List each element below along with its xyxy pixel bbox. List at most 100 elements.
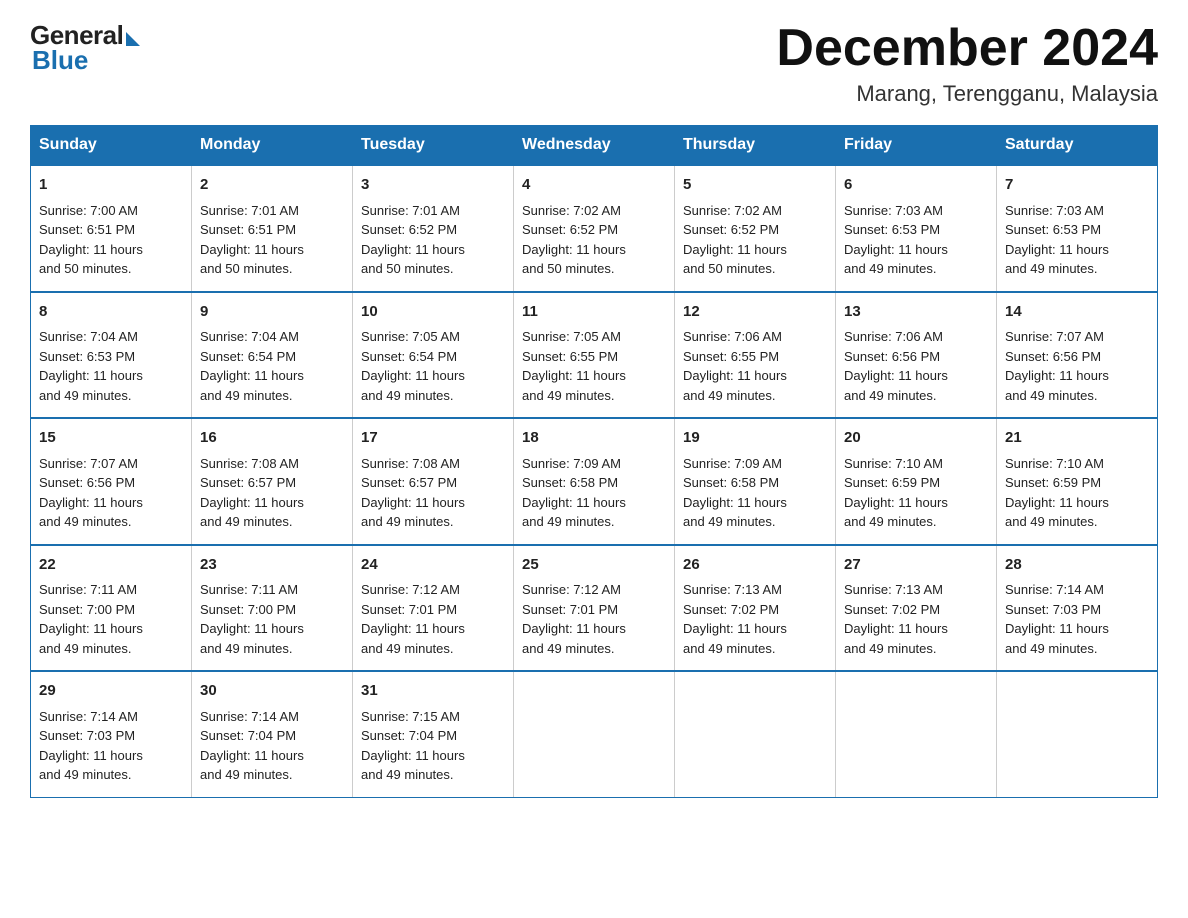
calendar-day-cell: 30Sunrise: 7:14 AMSunset: 7:04 PMDayligh… [192, 671, 353, 797]
day-info: Sunrise: 7:10 AMSunset: 6:59 PMDaylight:… [1005, 454, 1149, 532]
calendar-week-row: 15 Sunrise: 7:07 AMSunset: 6:56 PMDayligh… [31, 418, 1158, 545]
day-number: 25 [522, 554, 666, 577]
day-number: 22 [39, 554, 183, 577]
calendar-day-cell: 17 Sunrise: 7:08 AMSunset: 6:57 PMDayligh… [353, 418, 514, 545]
day-number: 21 [1005, 427, 1149, 450]
day-info: Sunrise: 7:08 AMSunset: 6:57 PMDaylight:… [361, 454, 505, 532]
day-number: 14 [1005, 301, 1149, 324]
day-number: 30 [200, 680, 344, 703]
day-header-row: Sunday Monday Tuesday Wednesday Thursday… [31, 126, 1158, 166]
day-info: Sunrise: 7:07 AMSunset: 6:56 PMDaylight:… [1005, 327, 1149, 405]
day-number: 28 [1005, 554, 1149, 577]
day-number: 11 [522, 301, 666, 324]
header-tuesday: Tuesday [353, 126, 514, 166]
day-info: Sunrise: 7:03 AMSunset: 6:53 PMDaylight:… [1005, 201, 1149, 279]
calendar-day-cell: 27 Sunrise: 7:13 AMSunset: 7:02 PMDayligh… [836, 545, 997, 672]
calendar-day-cell: 12 Sunrise: 7:06 AMSunset: 6:55 PMDayligh… [675, 292, 836, 419]
calendar-day-cell: 19Sunrise: 7:09 AMSunset: 6:58 PMDayligh… [675, 418, 836, 545]
day-info: Sunrise: 7:12 AMSunset: 7:01 PMDaylight:… [522, 580, 666, 658]
day-number: 20 [844, 427, 988, 450]
day-info: Sunrise: 7:08 AMSunset: 6:57 PMDaylight:… [200, 454, 344, 532]
calendar-day-cell: 3 Sunrise: 7:01 AMSunset: 6:52 PMDaylight… [353, 165, 514, 292]
day-info: Sunrise: 7:03 AMSunset: 6:53 PMDaylight:… [844, 201, 988, 279]
day-info: Sunrise: 7:13 AMSunset: 7:02 PMDaylight:… [683, 580, 827, 658]
day-number: 27 [844, 554, 988, 577]
day-info: Sunrise: 7:04 AMSunset: 6:53 PMDaylight:… [39, 327, 183, 405]
header-saturday: Saturday [997, 126, 1158, 166]
logo-arrow-icon [126, 32, 140, 46]
calendar-day-cell: 18Sunrise: 7:09 AMSunset: 6:58 PMDayligh… [514, 418, 675, 545]
header-friday: Friday [836, 126, 997, 166]
calendar-day-cell [675, 671, 836, 797]
calendar-body: 1Sunrise: 7:00 AMSunset: 6:51 PMDaylight… [31, 165, 1158, 797]
calendar-day-cell: 2 Sunrise: 7:01 AMSunset: 6:51 PMDaylight… [192, 165, 353, 292]
day-number: 13 [844, 301, 988, 324]
day-info: Sunrise: 7:11 AMSunset: 7:00 PMDaylight:… [39, 580, 183, 658]
day-info: Sunrise: 7:11 AMSunset: 7:00 PMDaylight:… [200, 580, 344, 658]
day-number: 9 [200, 301, 344, 324]
calendar-day-cell: 20 Sunrise: 7:10 AMSunset: 6:59 PMDayligh… [836, 418, 997, 545]
day-info: Sunrise: 7:15 AMSunset: 7:04 PMDaylight:… [361, 707, 505, 785]
day-number: 23 [200, 554, 344, 577]
header-sunday: Sunday [31, 126, 192, 166]
day-info: Sunrise: 7:05 AMSunset: 6:55 PMDaylight:… [522, 327, 666, 405]
day-number: 5 [683, 174, 827, 197]
day-info: Sunrise: 7:06 AMSunset: 6:56 PMDaylight:… [844, 327, 988, 405]
day-number: 10 [361, 301, 505, 324]
calendar-day-cell: 15 Sunrise: 7:07 AMSunset: 6:56 PMDayligh… [31, 418, 192, 545]
calendar-day-cell: 25 Sunrise: 7:12 AMSunset: 7:01 PMDayligh… [514, 545, 675, 672]
day-info: Sunrise: 7:14 AMSunset: 7:03 PMDaylight:… [1005, 580, 1149, 658]
day-info: Sunrise: 7:01 AMSunset: 6:52 PMDaylight:… [361, 201, 505, 279]
title-section: December 2024 Marang, Terengganu, Malays… [776, 20, 1158, 107]
calendar-week-row: 1Sunrise: 7:00 AMSunset: 6:51 PMDaylight… [31, 165, 1158, 292]
day-number: 16 [200, 427, 344, 450]
header-wednesday: Wednesday [514, 126, 675, 166]
calendar-week-row: 22 Sunrise: 7:11 AMSunset: 7:00 PMDayligh… [31, 545, 1158, 672]
header-thursday: Thursday [675, 126, 836, 166]
day-info: Sunrise: 7:10 AMSunset: 6:59 PMDaylight:… [844, 454, 988, 532]
calendar-day-cell: 13 Sunrise: 7:06 AMSunset: 6:56 PMDayligh… [836, 292, 997, 419]
calendar-day-cell [997, 671, 1158, 797]
day-info: Sunrise: 7:07 AMSunset: 6:56 PMDaylight:… [39, 454, 183, 532]
day-number: 18 [522, 427, 666, 450]
day-number: 1 [39, 174, 183, 197]
calendar-day-cell [836, 671, 997, 797]
calendar-day-cell: 1Sunrise: 7:00 AMSunset: 6:51 PMDaylight… [31, 165, 192, 292]
day-info: Sunrise: 7:09 AMSunset: 6:58 PMDaylight:… [683, 454, 827, 532]
day-number: 4 [522, 174, 666, 197]
calendar-week-row: 29Sunrise: 7:14 AMSunset: 7:03 PMDayligh… [31, 671, 1158, 797]
day-number: 6 [844, 174, 988, 197]
day-number: 2 [200, 174, 344, 197]
day-info: Sunrise: 7:13 AMSunset: 7:02 PMDaylight:… [844, 580, 988, 658]
day-info: Sunrise: 7:06 AMSunset: 6:55 PMDaylight:… [683, 327, 827, 405]
day-number: 15 [39, 427, 183, 450]
calendar-day-cell: 5 Sunrise: 7:02 AMSunset: 6:52 PMDaylight… [675, 165, 836, 292]
calendar-day-cell: 8 Sunrise: 7:04 AMSunset: 6:53 PMDaylight… [31, 292, 192, 419]
calendar-table: Sunday Monday Tuesday Wednesday Thursday… [30, 125, 1158, 798]
day-info: Sunrise: 7:12 AMSunset: 7:01 PMDaylight:… [361, 580, 505, 658]
calendar-day-cell: 10 Sunrise: 7:05 AMSunset: 6:54 PMDayligh… [353, 292, 514, 419]
logo-blue-text: Blue [32, 45, 88, 76]
day-info: Sunrise: 7:05 AMSunset: 6:54 PMDaylight:… [361, 327, 505, 405]
calendar-day-cell: 28 Sunrise: 7:14 AMSunset: 7:03 PMDayligh… [997, 545, 1158, 672]
day-number: 24 [361, 554, 505, 577]
day-info: Sunrise: 7:04 AMSunset: 6:54 PMDaylight:… [200, 327, 344, 405]
day-number: 31 [361, 680, 505, 703]
calendar-day-cell: 14 Sunrise: 7:07 AMSunset: 6:56 PMDayligh… [997, 292, 1158, 419]
day-info: Sunrise: 7:02 AMSunset: 6:52 PMDaylight:… [683, 201, 827, 279]
calendar-day-cell: 16 Sunrise: 7:08 AMSunset: 6:57 PMDayligh… [192, 418, 353, 545]
calendar-day-cell: 24 Sunrise: 7:12 AMSunset: 7:01 PMDayligh… [353, 545, 514, 672]
calendar-day-cell: 26Sunrise: 7:13 AMSunset: 7:02 PMDayligh… [675, 545, 836, 672]
page-header: General Blue December 2024 Marang, Teren… [30, 20, 1158, 107]
day-number: 3 [361, 174, 505, 197]
calendar-day-cell: 9 Sunrise: 7:04 AMSunset: 6:54 PMDaylight… [192, 292, 353, 419]
day-info: Sunrise: 7:01 AMSunset: 6:51 PMDaylight:… [200, 201, 344, 279]
calendar-week-row: 8 Sunrise: 7:04 AMSunset: 6:53 PMDaylight… [31, 292, 1158, 419]
calendar-day-cell: 4 Sunrise: 7:02 AMSunset: 6:52 PMDaylight… [514, 165, 675, 292]
day-number: 17 [361, 427, 505, 450]
day-info: Sunrise: 7:02 AMSunset: 6:52 PMDaylight:… [522, 201, 666, 279]
calendar-day-cell: 23 Sunrise: 7:11 AMSunset: 7:00 PMDayligh… [192, 545, 353, 672]
day-number: 8 [39, 301, 183, 324]
day-number: 29 [39, 680, 183, 703]
day-number: 12 [683, 301, 827, 324]
